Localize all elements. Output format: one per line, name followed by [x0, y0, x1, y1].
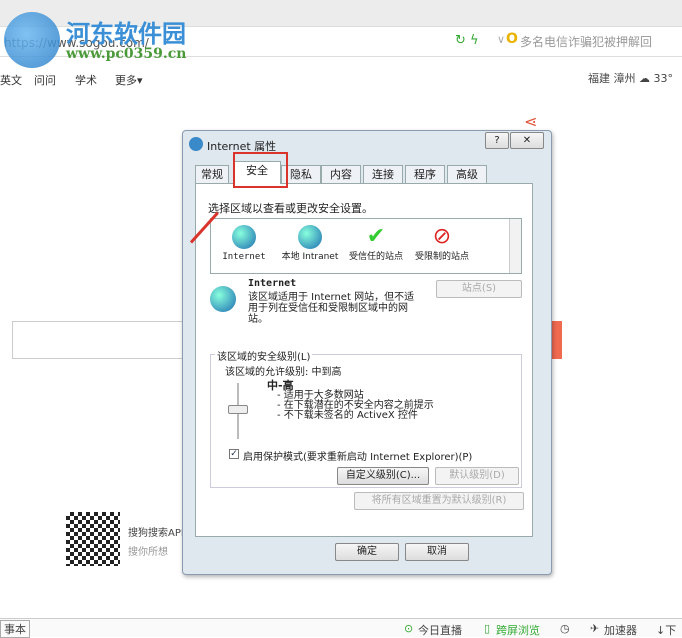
nav-more[interactable]: 更多▾ — [115, 72, 143, 88]
chevron-down-icon[interactable]: ∨ — [497, 33, 505, 46]
refresh-icon[interactable]: ↻ ϟ — [455, 33, 479, 48]
zone-description: 该区域适用于 Internet 网站，但不适用于列在受信任和受限制区域中的网站。 — [248, 292, 415, 325]
qr-code — [66, 512, 120, 566]
help-button[interactable]: ? — [485, 132, 509, 149]
checkmark-icon: ✔ — [366, 224, 386, 249]
group-label: 该区域的安全级别(L) — [215, 348, 313, 363]
watermark-title: 河东软件园 — [66, 19, 186, 48]
news-ticker[interactable]: 多名电信诈骗犯被押解回 — [520, 33, 652, 50]
rocket-icon: ✈ — [590, 622, 600, 635]
zone-label: 本地 Intranet — [281, 252, 339, 262]
intranet-icon — [298, 225, 322, 249]
ok-button[interactable]: 确定 — [335, 543, 399, 561]
zone-intranet[interactable]: 本地 Intranet — [277, 225, 343, 262]
watermark-logo-icon — [4, 12, 60, 68]
status-bar: 事本 ⊙ 今日直播 ▯ 跨屏浏览 ◷ ✈ 加速器 ↓下 — [0, 618, 682, 638]
tab-connections[interactable]: 连接 — [363, 165, 403, 183]
instruction-text: 选择区域以查看或更改安全设置。 — [208, 202, 373, 215]
tab-advanced[interactable]: 高级 — [447, 165, 487, 183]
search-icon[interactable]: O — [506, 31, 518, 47]
download-button[interactable]: ↓下 — [656, 622, 676, 638]
internet-properties-dialog: Internet 属性 ? ✕ 常规 安全 隐私 内容 连接 程序 高级 选择区… — [182, 130, 552, 575]
accelerator-button[interactable]: 加速器 — [604, 622, 637, 638]
nav-xueshu[interactable]: 学术 — [75, 72, 97, 88]
level-points: - 适用于大多数网站 - 在下载潜在的不安全内容之前提示 - 不下载未签名的 A… — [277, 391, 434, 421]
zone-name: Internet — [248, 278, 297, 289]
cancel-button[interactable]: 取消 — [405, 543, 469, 561]
reset-all-zones-button[interactable]: 将所有区域重置为默认级别(R) — [354, 492, 524, 510]
tab-content[interactable]: 内容 — [321, 165, 361, 183]
security-level-slider[interactable] — [228, 405, 248, 414]
nav-english[interactable]: 英文 — [0, 72, 22, 88]
weather[interactable]: 福建 漳州 ☁ 33° — [588, 70, 673, 86]
download-label: 下 — [665, 624, 677, 637]
globe-icon — [210, 286, 236, 312]
zone-label: 受信任的站点 — [348, 252, 403, 262]
protected-mode-checkbox[interactable]: ✓ — [229, 449, 239, 459]
highlight-box — [233, 152, 288, 188]
cross-screen-button[interactable]: 跨屏浏览 — [496, 622, 540, 638]
ie-globe-icon — [189, 137, 203, 151]
globe-icon — [232, 225, 256, 249]
default-level-button[interactable]: 默认级别(D) — [435, 467, 519, 485]
allowed-level: 该区域的允许级别: 中到高 — [225, 367, 342, 378]
sites-button[interactable]: 站点(S) — [436, 280, 522, 298]
security-tab-panel: 选择区域以查看或更改安全设置。 Internet 本地 Intranet ✔ 受信… — [195, 183, 533, 537]
zone-internet[interactable]: Internet — [211, 225, 277, 262]
watermark-url: www.pc0359.cn — [66, 46, 187, 62]
play-icon: ⊙ — [404, 622, 414, 635]
zone-list: Internet 本地 Intranet ✔ 受信任的站点 ⊘ 受限制的站点 — [210, 218, 522, 274]
protected-mode-label[interactable]: 启用保护模式(要求重新启动 Internet Explorer)(P) — [243, 448, 472, 463]
zone-restricted[interactable]: ⊘ 受限制的站点 — [409, 224, 475, 263]
close-button[interactable]: ✕ — [510, 132, 544, 149]
clock-icon[interactable]: ◷ — [560, 622, 570, 635]
zone-trusted[interactable]: ✔ 受信任的站点 — [343, 224, 409, 263]
tab-programs[interactable]: 程序 — [405, 165, 445, 183]
app-promo-title[interactable]: 搜狗搜索APP — [128, 524, 187, 539]
tab-general[interactable]: 常规 — [195, 165, 229, 183]
zone-label: Internet — [222, 252, 266, 262]
zone-label: 受限制的站点 — [414, 252, 469, 262]
phone-icon: ▯ — [484, 622, 491, 635]
prohibited-icon: ⊘ — [432, 224, 452, 249]
app-promo-subtitle: 搜你所想 — [128, 547, 168, 558]
nav-wenwen[interactable]: 问问 — [34, 72, 56, 88]
level-point: - 不下载未签名的 ActiveX 控件 — [277, 410, 418, 421]
security-level-group: 该区域的安全级别(L) 该区域的允许级别: 中到高 中-高 - 适用于大多数网站… — [210, 348, 522, 488]
notepad-button[interactable]: 事本 — [0, 620, 30, 638]
custom-level-button[interactable]: 自定义级别(C)... — [337, 467, 429, 485]
live-today-button[interactable]: 今日直播 — [418, 622, 462, 638]
share-icon[interactable]: ⋖ — [524, 112, 537, 131]
zone-scrollbar[interactable] — [509, 219, 521, 273]
search-button[interactable] — [552, 321, 562, 359]
search-input[interactable] — [12, 321, 182, 359]
